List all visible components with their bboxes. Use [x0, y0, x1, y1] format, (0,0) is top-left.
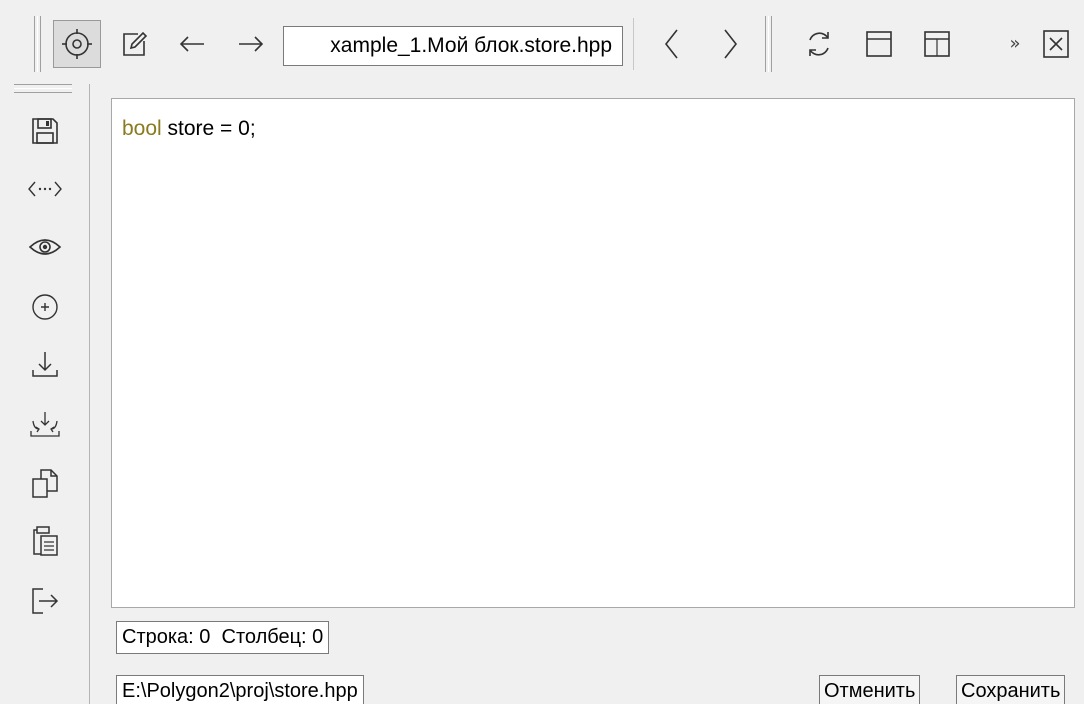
code-editor[interactable]: bool store = 0;: [111, 98, 1075, 608]
cursor-position-label: Строка: 0 Столбец: 0: [116, 621, 330, 654]
address-text: xample_1.Мой блок.store.hpp: [330, 34, 612, 57]
prev-button[interactable]: [648, 20, 696, 68]
layout-vertical-button[interactable]: [913, 20, 961, 68]
next-chevron-icon: [724, 29, 738, 59]
refresh-icon: [809, 32, 829, 56]
toolbar-grip-2[interactable]: [765, 16, 772, 72]
layout-vertical-icon: [924, 31, 950, 57]
close-icon: [1043, 30, 1069, 58]
back-arrow-icon: [179, 36, 204, 52]
code-text: store = 0;: [161, 117, 256, 140]
toolbar-separator: [633, 18, 634, 70]
code-keyword: bool: [122, 117, 162, 140]
edit-button[interactable]: [110, 20, 158, 68]
save-side-button[interactable]: [22, 108, 68, 154]
add-button[interactable]: [22, 284, 68, 330]
exit-button[interactable]: [22, 578, 68, 624]
merge-icon: [30, 412, 60, 437]
layout-horizontal-button[interactable]: [855, 20, 903, 68]
forward-arrow-icon: [239, 36, 264, 52]
address-field[interactable]: xample_1.Мой блок.store.hpp: [283, 26, 623, 66]
forward-button[interactable]: [227, 20, 275, 68]
prev-chevron-icon: [664, 29, 678, 59]
locate-icon: [62, 29, 92, 59]
view-button[interactable]: [22, 224, 68, 270]
back-button[interactable]: [168, 20, 216, 68]
locate-button[interactable]: [53, 20, 101, 68]
copy-icon: [32, 469, 58, 498]
paste-button[interactable]: [22, 518, 68, 564]
toolbar-grip[interactable]: [34, 16, 41, 72]
add-circle-icon: [32, 294, 58, 320]
save-icon: [32, 118, 58, 144]
close-button[interactable]: [1034, 20, 1078, 68]
download-icon: [32, 352, 58, 377]
layout-horizontal-icon: [866, 31, 892, 57]
copy-button[interactable]: [22, 460, 68, 506]
exit-icon: [32, 588, 59, 614]
save-button[interactable]: Сохранить: [956, 675, 1066, 704]
download-button[interactable]: [22, 342, 68, 388]
toolbar-overflow-button[interactable]: »: [1003, 28, 1027, 60]
eye-icon: [28, 239, 62, 255]
cancel-button[interactable]: Отменить: [819, 675, 921, 704]
code-button[interactable]: [22, 166, 68, 212]
paste-icon: [33, 526, 58, 556]
sidebar-grip[interactable]: [14, 84, 72, 93]
left-sidebar: [0, 84, 90, 704]
next-button[interactable]: [706, 20, 754, 68]
edit-icon: [123, 31, 148, 56]
merge-button[interactable]: [22, 402, 68, 448]
toolbar: xample_1.Мой блок.store.hpp »: [0, 0, 1084, 84]
refresh-button[interactable]: [795, 20, 843, 68]
code-icon: [28, 181, 62, 197]
file-path-label: E:\Polygon2\proj\store.hpp: [116, 675, 364, 704]
